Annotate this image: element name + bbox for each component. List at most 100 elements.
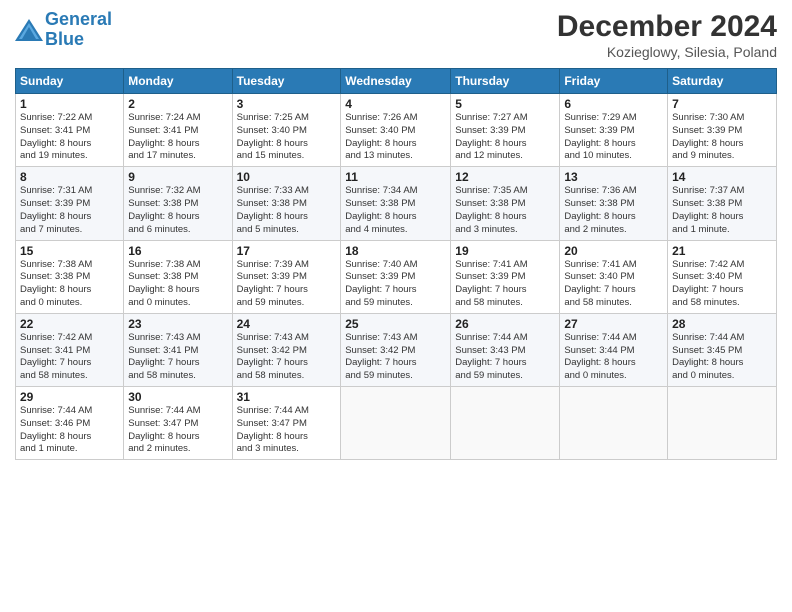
page-header: General Blue December 2024 Kozieglowy, S… [15,10,777,60]
calendar-cell [451,387,560,460]
day-number: 24 [237,317,337,331]
calendar-cell: 11Sunrise: 7:34 AMSunset: 3:38 PMDayligh… [341,167,451,240]
logo-line1: General [45,9,112,29]
logo: General Blue [15,10,112,50]
day-info: Sunrise: 7:44 AMSunset: 3:47 PMDaylight:… [237,405,337,456]
day-info: Sunrise: 7:34 AMSunset: 3:38 PMDaylight:… [345,185,446,236]
day-number: 29 [20,390,119,404]
calendar-header-saturday: Saturday [668,69,777,94]
day-info: Sunrise: 7:31 AMSunset: 3:39 PMDaylight:… [20,185,119,236]
day-info: Sunrise: 7:24 AMSunset: 3:41 PMDaylight:… [128,112,227,163]
day-info: Sunrise: 7:44 AMSunset: 3:46 PMDaylight:… [20,405,119,456]
calendar-cell: 7Sunrise: 7:30 AMSunset: 3:39 PMDaylight… [668,94,777,167]
day-number: 16 [128,244,227,258]
day-number: 3 [237,97,337,111]
calendar-cell [668,387,777,460]
calendar-cell: 4Sunrise: 7:26 AMSunset: 3:40 PMDaylight… [341,94,451,167]
day-info: Sunrise: 7:44 AMSunset: 3:43 PMDaylight:… [455,332,555,383]
day-info: Sunrise: 7:43 AMSunset: 3:42 PMDaylight:… [237,332,337,383]
day-number: 17 [237,244,337,258]
day-number: 30 [128,390,227,404]
day-number: 28 [672,317,772,331]
day-number: 23 [128,317,227,331]
day-number: 21 [672,244,772,258]
calendar-cell: 31Sunrise: 7:44 AMSunset: 3:47 PMDayligh… [232,387,341,460]
day-number: 7 [672,97,772,111]
title-block: December 2024 Kozieglowy, Silesia, Polan… [557,10,777,60]
day-info: Sunrise: 7:38 AMSunset: 3:38 PMDaylight:… [20,259,119,310]
day-info: Sunrise: 7:35 AMSunset: 3:38 PMDaylight:… [455,185,555,236]
day-number: 5 [455,97,555,111]
day-info: Sunrise: 7:33 AMSunset: 3:38 PMDaylight:… [237,185,337,236]
calendar-cell: 9Sunrise: 7:32 AMSunset: 3:38 PMDaylight… [124,167,232,240]
calendar-cell: 15Sunrise: 7:38 AMSunset: 3:38 PMDayligh… [16,240,124,313]
day-info: Sunrise: 7:36 AMSunset: 3:38 PMDaylight:… [564,185,663,236]
calendar-cell: 14Sunrise: 7:37 AMSunset: 3:38 PMDayligh… [668,167,777,240]
calendar-cell [560,387,668,460]
day-number: 22 [20,317,119,331]
day-number: 12 [455,170,555,184]
main-title: December 2024 [557,10,777,44]
calendar-header-wednesday: Wednesday [341,69,451,94]
day-number: 14 [672,170,772,184]
calendar-cell: 23Sunrise: 7:43 AMSunset: 3:41 PMDayligh… [124,313,232,386]
calendar-cell: 28Sunrise: 7:44 AMSunset: 3:45 PMDayligh… [668,313,777,386]
subtitle: Kozieglowy, Silesia, Poland [557,44,777,60]
calendar-cell: 21Sunrise: 7:42 AMSunset: 3:40 PMDayligh… [668,240,777,313]
day-number: 8 [20,170,119,184]
calendar-cell: 29Sunrise: 7:44 AMSunset: 3:46 PMDayligh… [16,387,124,460]
day-number: 18 [345,244,446,258]
day-info: Sunrise: 7:27 AMSunset: 3:39 PMDaylight:… [455,112,555,163]
day-info: Sunrise: 7:42 AMSunset: 3:41 PMDaylight:… [20,332,119,383]
calendar-week-row: 29Sunrise: 7:44 AMSunset: 3:46 PMDayligh… [16,387,777,460]
calendar-cell: 10Sunrise: 7:33 AMSunset: 3:38 PMDayligh… [232,167,341,240]
day-number: 15 [20,244,119,258]
day-number: 4 [345,97,446,111]
day-number: 19 [455,244,555,258]
calendar-cell: 2Sunrise: 7:24 AMSunset: 3:41 PMDaylight… [124,94,232,167]
day-info: Sunrise: 7:29 AMSunset: 3:39 PMDaylight:… [564,112,663,163]
calendar-cell: 18Sunrise: 7:40 AMSunset: 3:39 PMDayligh… [341,240,451,313]
day-info: Sunrise: 7:26 AMSunset: 3:40 PMDaylight:… [345,112,446,163]
calendar-cell: 6Sunrise: 7:29 AMSunset: 3:39 PMDaylight… [560,94,668,167]
day-info: Sunrise: 7:44 AMSunset: 3:47 PMDaylight:… [128,405,227,456]
calendar-cell: 1Sunrise: 7:22 AMSunset: 3:41 PMDaylight… [16,94,124,167]
calendar-cell: 19Sunrise: 7:41 AMSunset: 3:39 PMDayligh… [451,240,560,313]
day-number: 25 [345,317,446,331]
calendar-cell [341,387,451,460]
logo-icon [15,19,43,41]
calendar-cell: 16Sunrise: 7:38 AMSunset: 3:38 PMDayligh… [124,240,232,313]
day-info: Sunrise: 7:25 AMSunset: 3:40 PMDaylight:… [237,112,337,163]
day-info: Sunrise: 7:22 AMSunset: 3:41 PMDaylight:… [20,112,119,163]
calendar-header-row: SundayMondayTuesdayWednesdayThursdayFrid… [16,69,777,94]
calendar-cell: 30Sunrise: 7:44 AMSunset: 3:47 PMDayligh… [124,387,232,460]
calendar-header-friday: Friday [560,69,668,94]
day-info: Sunrise: 7:42 AMSunset: 3:40 PMDaylight:… [672,259,772,310]
calendar-week-row: 15Sunrise: 7:38 AMSunset: 3:38 PMDayligh… [16,240,777,313]
day-number: 31 [237,390,337,404]
calendar-week-row: 22Sunrise: 7:42 AMSunset: 3:41 PMDayligh… [16,313,777,386]
calendar-cell: 20Sunrise: 7:41 AMSunset: 3:40 PMDayligh… [560,240,668,313]
day-info: Sunrise: 7:39 AMSunset: 3:39 PMDaylight:… [237,259,337,310]
day-info: Sunrise: 7:44 AMSunset: 3:45 PMDaylight:… [672,332,772,383]
day-info: Sunrise: 7:44 AMSunset: 3:44 PMDaylight:… [564,332,663,383]
calendar-week-row: 1Sunrise: 7:22 AMSunset: 3:41 PMDaylight… [16,94,777,167]
day-number: 20 [564,244,663,258]
calendar-cell: 17Sunrise: 7:39 AMSunset: 3:39 PMDayligh… [232,240,341,313]
calendar-header-tuesday: Tuesday [232,69,341,94]
calendar-cell: 3Sunrise: 7:25 AMSunset: 3:40 PMDaylight… [232,94,341,167]
calendar-cell: 12Sunrise: 7:35 AMSunset: 3:38 PMDayligh… [451,167,560,240]
day-number: 13 [564,170,663,184]
calendar-cell: 26Sunrise: 7:44 AMSunset: 3:43 PMDayligh… [451,313,560,386]
calendar-week-row: 8Sunrise: 7:31 AMSunset: 3:39 PMDaylight… [16,167,777,240]
day-number: 11 [345,170,446,184]
day-number: 1 [20,97,119,111]
logo-line2: Blue [45,29,84,49]
calendar-cell: 25Sunrise: 7:43 AMSunset: 3:42 PMDayligh… [341,313,451,386]
day-number: 9 [128,170,227,184]
day-number: 6 [564,97,663,111]
calendar-cell: 5Sunrise: 7:27 AMSunset: 3:39 PMDaylight… [451,94,560,167]
calendar-cell: 22Sunrise: 7:42 AMSunset: 3:41 PMDayligh… [16,313,124,386]
calendar-cell: 27Sunrise: 7:44 AMSunset: 3:44 PMDayligh… [560,313,668,386]
day-info: Sunrise: 7:43 AMSunset: 3:41 PMDaylight:… [128,332,227,383]
